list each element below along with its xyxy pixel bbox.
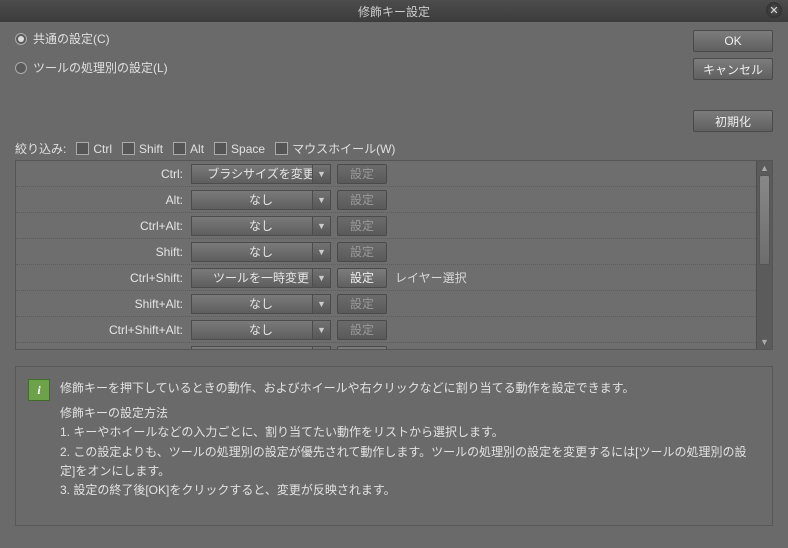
binding-key-label: Shift: — [16, 245, 191, 259]
radio-indicator-icon — [15, 62, 27, 74]
radio-per-tool-label: ツールの処理別の設定(L) — [33, 59, 168, 76]
binding-key-label: Ctrl+Shift+Alt: — [16, 323, 191, 337]
binding-row: Ctrl+Shift:ツールを一時変更▼設定レイヤー選択 — [16, 265, 756, 291]
binding-set-button: 設定 — [337, 190, 387, 210]
binding-key-label: Ctrl+Shift: — [16, 271, 191, 285]
chevron-down-icon: ▼ — [312, 295, 330, 313]
dropdown-value: なし — [196, 321, 326, 338]
info-panel: i 修飾キーを押下しているときの動作、およびホイールや右クリックなどに割り当てる… — [15, 366, 773, 526]
binding-set-button[interactable]: 設定 — [337, 346, 387, 350]
binding-action-dropdown[interactable]: なし▼ — [191, 320, 331, 340]
binding-set-button: 設定 — [337, 216, 387, 236]
scrollbar[interactable]: ▲ ▼ — [756, 161, 772, 349]
binding-set-button: 設定 — [337, 242, 387, 262]
dropdown-value: なし — [196, 217, 326, 234]
chevron-down-icon: ▼ — [312, 243, 330, 261]
radio-common-label: 共通の設定(C) — [33, 30, 110, 47]
binding-key-label: Ctrl+Alt: — [16, 219, 191, 233]
radio-indicator-icon — [15, 33, 27, 45]
checkbox-icon — [122, 142, 135, 155]
binding-key-label: Alt: — [16, 193, 191, 207]
filter-ctrl-checkbox[interactable]: Ctrl — [76, 142, 112, 156]
binding-key-label: Space: — [16, 349, 191, 350]
dropdown-value: なし — [196, 243, 326, 260]
binding-action-dropdown[interactable]: ツールを一時変更▼ — [191, 346, 331, 350]
binding-action-dropdown[interactable]: なし▼ — [191, 216, 331, 236]
filter-alt-checkbox[interactable]: Alt — [173, 142, 204, 156]
checkbox-icon — [275, 142, 288, 155]
info-text: 修飾キーを押下しているときの動作、およびホイールや右クリックなどに割り当てる動作… — [60, 379, 760, 513]
dropdown-value: なし — [196, 295, 326, 312]
chevron-down-icon: ▼ — [312, 269, 330, 287]
binding-set-button: 設定 — [337, 294, 387, 314]
scroll-thumb[interactable] — [759, 175, 770, 265]
filter-mousewheel-checkbox[interactable]: マウスホイール(W) — [275, 140, 395, 157]
binding-row: Space:ツールを一時変更▼設定手のひら — [16, 343, 756, 349]
scroll-up-icon[interactable]: ▲ — [757, 161, 772, 175]
checkbox-icon — [214, 142, 227, 155]
binding-set-button: 設定 — [337, 164, 387, 184]
filter-label: 絞り込み: — [15, 140, 66, 157]
binding-row: Ctrl+Shift+Alt:なし▼設定 — [16, 317, 756, 343]
chevron-down-icon: ▼ — [312, 347, 330, 350]
dropdown-value: ツールを一時変更 — [196, 269, 326, 286]
ok-button[interactable]: OK — [693, 30, 773, 52]
binding-set-button: 設定 — [337, 320, 387, 340]
binding-action-dropdown[interactable]: なし▼ — [191, 294, 331, 314]
binding-extra-label: レイヤー選択 — [395, 269, 467, 286]
filter-row: 絞り込み: Ctrl Shift Alt Space マウスホイール(W) — [15, 140, 395, 157]
scroll-down-icon[interactable]: ▼ — [757, 335, 772, 349]
binding-row: Ctrl:ブラシサイズを変更▼設定 — [16, 161, 756, 187]
close-button[interactable]: ✕ — [766, 2, 782, 18]
binding-action-dropdown[interactable]: なし▼ — [191, 190, 331, 210]
filter-shift-checkbox[interactable]: Shift — [122, 142, 163, 156]
checkbox-icon — [173, 142, 186, 155]
dropdown-value: なし — [196, 191, 326, 208]
binding-action-dropdown[interactable]: なし▼ — [191, 242, 331, 262]
titlebar: 修飾キー設定 ✕ — [0, 0, 788, 22]
binding-action-dropdown[interactable]: ツールを一時変更▼ — [191, 268, 331, 288]
binding-row: Ctrl+Alt:なし▼設定 — [16, 213, 756, 239]
binding-key-label: Ctrl: — [16, 167, 191, 181]
binding-action-dropdown[interactable]: ブラシサイズを変更▼ — [191, 164, 331, 184]
checkbox-icon — [76, 142, 89, 155]
dropdown-value: ブラシサイズを変更 — [196, 165, 326, 182]
window-title: 修飾キー設定 — [0, 3, 788, 20]
bindings-table: Ctrl:ブラシサイズを変更▼設定Alt:なし▼設定Ctrl+Alt:なし▼設定… — [15, 160, 773, 350]
close-icon: ✕ — [769, 4, 778, 17]
binding-row: Shift+Alt:なし▼設定 — [16, 291, 756, 317]
chevron-down-icon: ▼ — [312, 191, 330, 209]
info-icon: i — [28, 379, 50, 401]
binding-row: Shift:なし▼設定 — [16, 239, 756, 265]
radio-common-settings[interactable]: 共通の設定(C) — [15, 30, 773, 47]
initialize-button[interactable]: 初期化 — [693, 110, 773, 132]
chevron-down-icon: ▼ — [312, 321, 330, 339]
cancel-button[interactable]: キャンセル — [693, 58, 773, 80]
binding-set-button[interactable]: 設定 — [337, 268, 387, 288]
binding-key-label: Shift+Alt: — [16, 297, 191, 311]
chevron-down-icon: ▼ — [312, 165, 330, 183]
chevron-down-icon: ▼ — [312, 217, 330, 235]
filter-space-checkbox[interactable]: Space — [214, 142, 265, 156]
dropdown-value: ツールを一時変更 — [196, 347, 326, 349]
radio-per-tool-settings[interactable]: ツールの処理別の設定(L) — [15, 59, 773, 76]
binding-extra-label: 手のひら — [395, 347, 443, 349]
binding-row: Alt:なし▼設定 — [16, 187, 756, 213]
